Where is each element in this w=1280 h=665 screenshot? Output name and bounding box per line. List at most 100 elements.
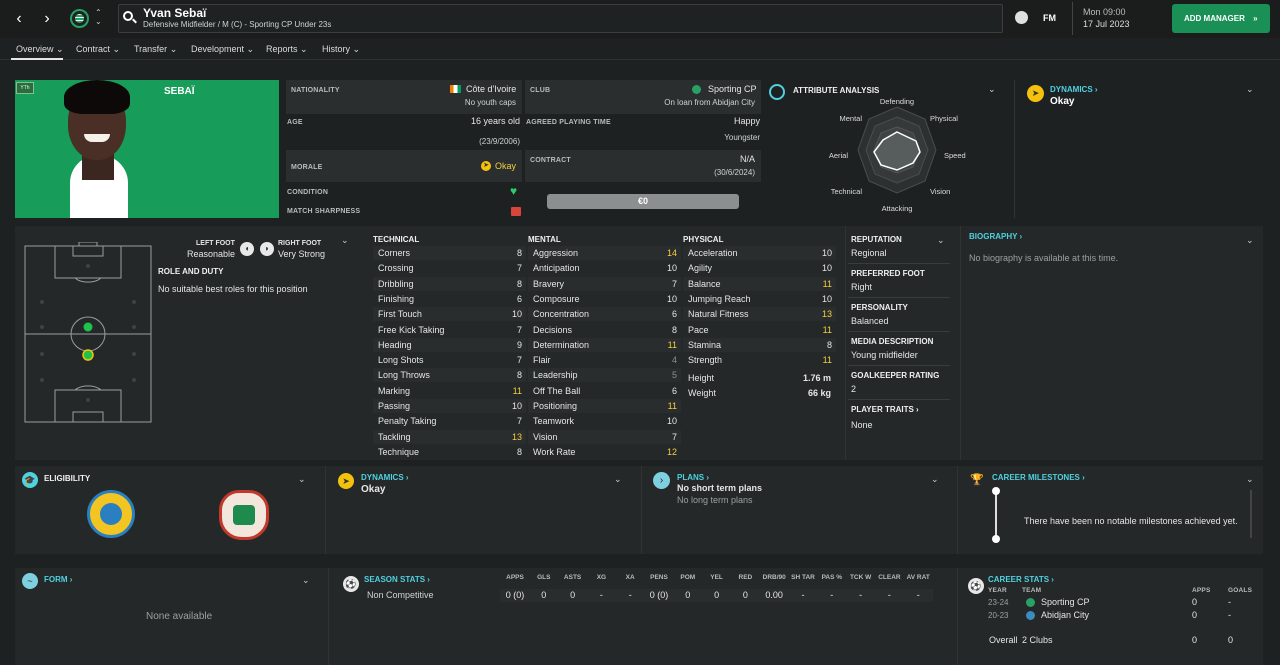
federation-logo[interactable] bbox=[87, 490, 135, 538]
fm-logo[interactable]: FM bbox=[1043, 13, 1056, 23]
attribute-row[interactable]: Work Rate 12 bbox=[528, 445, 681, 459]
attribute-row[interactable]: Leadership 5 bbox=[528, 368, 681, 383]
biography-chevron-icon[interactable]: ⌄ bbox=[1246, 235, 1254, 246]
short-term-plans: No short term plans bbox=[677, 483, 763, 493]
back-icon[interactable]: ‹ bbox=[8, 8, 30, 30]
attribute-row[interactable]: Anticipation 10 bbox=[528, 261, 681, 275]
attribute-row[interactable]: Aggression 14 bbox=[528, 246, 681, 260]
position-pitch[interactable] bbox=[24, 242, 152, 424]
dynamics-value: Okay bbox=[1050, 96, 1075, 107]
attribute-row[interactable]: Agility 10 bbox=[683, 261, 836, 275]
playing-role: Youngster bbox=[724, 133, 760, 142]
attribute-row[interactable]: Technique 8 bbox=[373, 445, 526, 459]
attribute-row[interactable]: Positioning 11 bbox=[528, 399, 681, 413]
milestones-chevron-icon[interactable]: ⌄ bbox=[1246, 474, 1254, 485]
attribute-row[interactable]: Bravery 7 bbox=[528, 276, 681, 291]
player-traits-title[interactable]: PLAYER TRAITS › bbox=[851, 405, 919, 414]
youth-team-badge: YTh bbox=[16, 82, 34, 94]
attribute-value: 8 bbox=[671, 324, 677, 335]
career-year: 23-24 bbox=[988, 598, 1009, 607]
career-overall-team: 2 Clubs bbox=[1022, 635, 1053, 645]
dynamics-title[interactable]: DYNAMICS › bbox=[361, 473, 409, 482]
biography-title[interactable]: BIOGRAPHY › bbox=[969, 232, 1022, 241]
season-stats-header: AV RAT bbox=[906, 574, 930, 581]
attribute-row[interactable]: Dribbling 8 bbox=[373, 276, 526, 291]
feet-chevron-icon[interactable]: ⌄ bbox=[341, 235, 349, 246]
attribute-row[interactable]: Penalty Taking 7 bbox=[373, 414, 526, 428]
eligibility-chevron-icon[interactable]: ⌄ bbox=[298, 474, 306, 485]
career-row[interactable]: 20-23 Abidjan City 0 - bbox=[985, 609, 1255, 622]
attribute-row[interactable]: Acceleration 10 bbox=[683, 246, 836, 260]
tab-reports[interactable]: Reports ⌄ bbox=[266, 44, 308, 55]
attribute-row[interactable]: Determination 11 bbox=[528, 337, 681, 352]
attribute-row[interactable]: Passing 10 bbox=[373, 399, 526, 413]
attribute-row[interactable]: First Touch 10 bbox=[373, 307, 526, 322]
info-chevron-icon[interactable]: ⌄ bbox=[937, 235, 945, 246]
season-stats-header: DRB/90 bbox=[762, 574, 786, 581]
career-stats-icon: ⚽ bbox=[968, 578, 984, 594]
season-stats-value: 0 bbox=[701, 589, 732, 602]
plans-title[interactable]: PLANS › bbox=[677, 473, 709, 482]
attribute-row[interactable]: Marking 11 bbox=[373, 384, 526, 398]
loan-info[interactable]: On loan from Abidjan City bbox=[664, 98, 755, 107]
globe-icon[interactable] bbox=[1015, 11, 1028, 24]
attribute-row[interactable]: Composure 10 bbox=[528, 292, 681, 306]
attribute-row[interactable]: Teamwork 10 bbox=[528, 414, 681, 428]
plans-chevron-icon[interactable]: ⌄ bbox=[931, 474, 939, 485]
career-milestones-title[interactable]: CAREER MILESTONES › bbox=[992, 473, 1085, 482]
milestones-scrollbar[interactable] bbox=[1250, 490, 1252, 538]
attribute-row[interactable]: Stamina 8 bbox=[683, 337, 836, 352]
club-crest-icon[interactable] bbox=[70, 9, 89, 28]
attribute-row[interactable]: Tackling 13 bbox=[373, 429, 526, 444]
squad-switch-icon[interactable]: ⌃ ⌄ bbox=[95, 8, 102, 26]
forward-icon[interactable]: › bbox=[36, 8, 58, 30]
attribute-row[interactable]: Vision 7 bbox=[528, 429, 681, 444]
attribute-row[interactable]: Free Kick Taking 7 bbox=[373, 323, 526, 337]
attribute-row[interactable]: Natural Fitness 13 bbox=[683, 307, 836, 322]
career-stats-title[interactable]: CAREER STATS › bbox=[988, 575, 1054, 584]
attribute-value: 8 bbox=[516, 446, 522, 457]
value-bar[interactable]: €0 bbox=[547, 194, 739, 209]
season-stats-title[interactable]: SEASON STATS › bbox=[364, 575, 430, 584]
ivory-coast-federation-logo[interactable] bbox=[219, 490, 269, 540]
attribute-row[interactable]: Long Throws 8 bbox=[373, 368, 526, 383]
tab-contract[interactable]: Contract ⌄ bbox=[76, 44, 120, 55]
attribute-value: 5 bbox=[671, 370, 677, 381]
attribute-row[interactable]: Decisions 8 bbox=[528, 323, 681, 337]
attribute-row[interactable]: Off The Ball 6 bbox=[528, 384, 681, 398]
attribute-row[interactable]: Balance 11 bbox=[683, 276, 836, 291]
form-title[interactable]: FORM › bbox=[44, 575, 72, 584]
attribute-row[interactable]: Heading 9 bbox=[373, 337, 526, 352]
attribute-row[interactable]: Flair 4 bbox=[528, 353, 681, 367]
attribute-row[interactable]: Finishing 6 bbox=[373, 292, 526, 306]
date-display[interactable]: Mon 09:00 17 Jul 2023 bbox=[1072, 2, 1164, 35]
dynamics-title[interactable]: DYNAMICS › bbox=[1050, 85, 1098, 94]
divider bbox=[957, 568, 958, 665]
add-manager-button[interactable]: ADD MANAGER » bbox=[1172, 4, 1270, 33]
dynamics-chevron-icon[interactable]: ⌄ bbox=[1246, 84, 1254, 95]
attribute-row[interactable]: Strength 11 bbox=[683, 353, 836, 367]
attribute-value: 6 bbox=[671, 309, 677, 320]
attribute-row[interactable]: Corners 8 bbox=[373, 246, 526, 260]
form-chevron-icon[interactable]: ⌄ bbox=[302, 575, 310, 586]
tab-transfer[interactable]: Transfer ⌄ bbox=[134, 44, 177, 55]
attribute-row[interactable]: Long Shots 7 bbox=[373, 353, 526, 367]
attribute-row[interactable]: Concentration 6 bbox=[528, 307, 681, 322]
career-row[interactable]: 23-24 Sporting CP 0 - bbox=[985, 596, 1255, 609]
contract-cell[interactable] bbox=[525, 150, 761, 182]
attribute-row[interactable]: Pace 11 bbox=[683, 323, 836, 337]
tab-history[interactable]: History ⌄ bbox=[322, 44, 360, 55]
tab-overview[interactable]: Overview ⌄ bbox=[16, 44, 64, 55]
attribute-row[interactable]: Jumping Reach 10 bbox=[683, 292, 836, 306]
age-value: 16 years old bbox=[470, 116, 520, 126]
attribute-name: Vision bbox=[533, 431, 558, 442]
attribute-row[interactable]: Crossing 7 bbox=[373, 261, 526, 275]
attribute-value: 11 bbox=[512, 385, 522, 396]
divider bbox=[845, 226, 846, 460]
attribute-name: Positioning bbox=[533, 401, 578, 411]
career-team-header: TEAM bbox=[1022, 587, 1042, 594]
attribute-value: 10 bbox=[511, 309, 522, 320]
tab-development[interactable]: Development ⌄ bbox=[191, 44, 254, 55]
dynamics-chevron-icon[interactable]: ⌄ bbox=[614, 474, 622, 485]
attribute-analysis-chevron-icon[interactable]: ⌄ bbox=[988, 84, 996, 95]
